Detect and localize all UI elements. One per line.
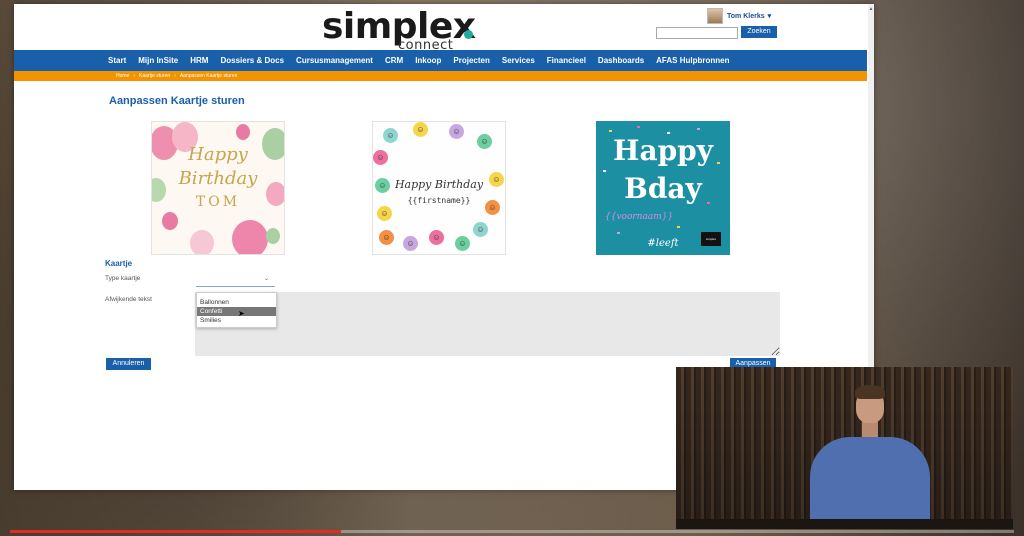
card2-line2: {{firstname}} xyxy=(407,196,471,205)
balloon-icon xyxy=(162,212,178,230)
main-navigation: Start Mijn InSite HRM Dossiers & Docs Cu… xyxy=(14,50,867,71)
smiley-icon: ☺ xyxy=(473,222,488,237)
smiley-icon: ☺ xyxy=(383,128,398,143)
card-balloons[interactable]: Happy Birthday TOM xyxy=(151,121,285,255)
card3-brand-logo: simplex xyxy=(701,232,721,246)
confetti-icon xyxy=(697,128,700,130)
nav-item-hrm[interactable]: HRM xyxy=(190,56,208,65)
nav-item-projecten[interactable]: Projecten xyxy=(453,56,489,65)
nav-item-start[interactable]: Start xyxy=(108,56,126,65)
confetti-icon xyxy=(609,130,612,132)
search-button[interactable]: Zoeken xyxy=(741,26,777,38)
nav-item-crm[interactable]: CRM xyxy=(385,56,403,65)
card2-line1: Happy Birthday xyxy=(394,178,484,191)
user-menu[interactable]: Tom Klerks ▾ xyxy=(707,8,771,24)
balloon-icon xyxy=(266,228,280,244)
smiley-icon: ☺ xyxy=(477,134,492,149)
card1-line1: Happy xyxy=(188,144,248,165)
scroll-up-icon[interactable]: ▲ xyxy=(868,6,874,12)
smiley-icon: ☺ xyxy=(377,206,392,221)
nav-item-dossiers[interactable]: Dossiers & Docs xyxy=(220,56,284,65)
confetti-icon xyxy=(637,126,640,128)
section-label: Kaartje xyxy=(105,259,133,268)
smiley-icon: ☺ xyxy=(413,122,428,137)
mouse-cursor-icon: ➤ xyxy=(238,309,245,318)
nav-item-inkoop[interactable]: Inkoop xyxy=(415,56,441,65)
card3-line1: Happy xyxy=(612,134,714,167)
nav-item-financieel[interactable]: Financieel xyxy=(547,56,586,65)
nav-item-mijn-insite[interactable]: Mijn InSite xyxy=(138,56,178,65)
chevron-down-icon: ▾ xyxy=(767,13,772,20)
confetti-icon xyxy=(617,232,620,234)
card-smilies[interactable]: ☺ ☺ ☺ ☺ ☺ ☺ ☺ ☺ ☺ ☺ ☺ ☺ ☺ ☺ Happy Birthd… xyxy=(372,121,506,255)
type-kaartje-select[interactable]: ⌄ xyxy=(196,272,275,287)
option-ballonnen[interactable]: Ballonnen xyxy=(197,298,276,307)
breadcrumb-separator-icon: › xyxy=(174,73,176,79)
desk xyxy=(676,519,1013,529)
user-name: Tom Klerks xyxy=(727,12,765,20)
chevron-down-icon: ⌄ xyxy=(263,276,269,282)
type-kaartje-label: Type kaartje xyxy=(105,275,141,282)
breadcrumb-current: Aanpassen Kaartje sturen xyxy=(179,73,238,79)
page-title: Aanpassen Kaartje sturen xyxy=(109,95,245,107)
smiley-icon: ☺ xyxy=(449,124,464,139)
nav-item-afas-hulpbronnen[interactable]: AFAS Hulpbronnen xyxy=(656,56,729,65)
presenter-body xyxy=(810,437,930,529)
breadcrumb-separator-icon: › xyxy=(133,73,136,79)
card3-line2: Bday xyxy=(624,172,702,205)
presenter-hair xyxy=(855,385,885,399)
avatar xyxy=(707,8,723,24)
simplex-logo[interactable]: simplex connect xyxy=(322,6,482,53)
afwijkende-tekst-label: Afwijkende tekst xyxy=(105,296,152,303)
card1-line2: Birthday xyxy=(178,168,258,189)
nav-item-services[interactable]: Services xyxy=(502,56,535,65)
balloon-icon xyxy=(232,220,268,254)
smiley-icon: ☺ xyxy=(455,236,470,251)
type-kaartje-dropdown: Ballonnen Confetti Smilies xyxy=(196,292,277,328)
option-confetti[interactable]: Confetti xyxy=(197,307,276,316)
video-progress-fill xyxy=(10,530,342,533)
confetti-icon xyxy=(677,226,680,228)
card-confetti[interactable]: Happy Bday {{voornaam}} #leeft simplex xyxy=(596,121,730,255)
afwijkende-tekst-input[interactable] xyxy=(195,292,780,356)
nav-item-cursusmanagement[interactable]: Cursusmanagement xyxy=(296,56,373,65)
breadcrumb-kaartje-sturen[interactable]: Kaartje sturen xyxy=(139,73,170,79)
webcam-overlay xyxy=(676,367,1013,529)
breadcrumb-home[interactable]: Home xyxy=(116,73,129,79)
logo-dot-icon xyxy=(464,30,473,39)
cancel-button[interactable]: Annuleren xyxy=(106,358,151,370)
smiley-icon: ☺ xyxy=(379,230,394,245)
balloon-icon xyxy=(190,230,214,254)
smiley-icon: ☺ xyxy=(429,230,444,245)
breadcrumb: Home › Kaartje sturen › Aanpassen Kaartj… xyxy=(14,71,867,81)
balloon-icon xyxy=(236,124,250,140)
smiley-icon: ☺ xyxy=(403,236,418,251)
card1-line3: TOM xyxy=(195,194,241,210)
nav-item-dashboards[interactable]: Dashboards xyxy=(598,56,644,65)
search-input[interactable] xyxy=(656,27,738,39)
option-smilies[interactable]: Smilies xyxy=(197,316,276,325)
card3-line3: {{voornaam}} xyxy=(605,212,674,222)
smiley-icon: ☺ xyxy=(373,150,388,165)
video-progress-bar[interactable] xyxy=(10,530,1014,533)
